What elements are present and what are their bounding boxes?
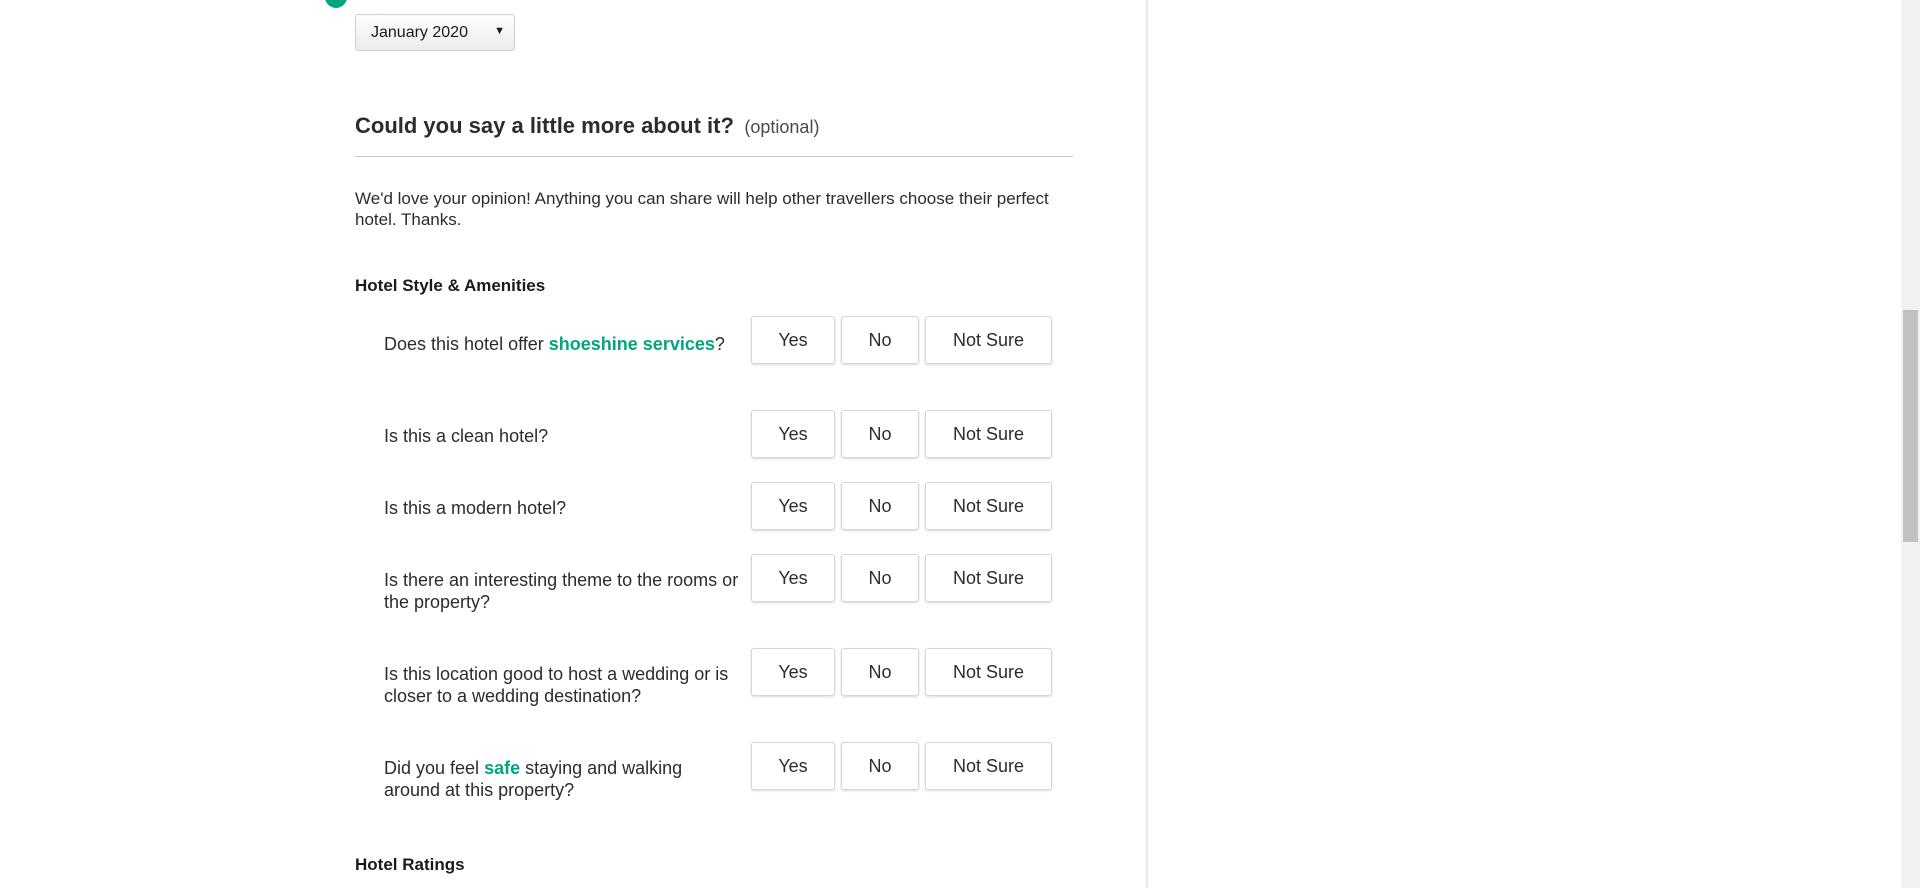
question-text: Is this a clean hotel?	[384, 425, 739, 447]
intro-text: We'd love your opinion! Anything you can…	[355, 189, 1049, 229]
not-sure-button[interactable]: Not Sure	[925, 742, 1052, 790]
section-title: Could you say a little more about it?	[355, 113, 734, 138]
chevron-down-icon: ▼	[494, 25, 505, 37]
question-text: Is there an interesting theme to the roo…	[384, 569, 739, 613]
yes-button[interactable]: Yes	[751, 648, 835, 696]
yes-button[interactable]: Yes	[751, 554, 835, 602]
no-button[interactable]: No	[841, 410, 919, 458]
section-header: Could you say a little more about it? (o…	[355, 113, 1073, 157]
question-text: Is this a modern hotel?	[384, 497, 739, 519]
no-button[interactable]: No	[841, 648, 919, 696]
question-text: Does this hotel offer shoeshine services…	[384, 333, 739, 355]
not-sure-button[interactable]: Not Sure	[925, 482, 1052, 530]
date-select-value: January 2020	[371, 24, 468, 41]
question-text-part: Does this hotel offer	[384, 334, 549, 354]
date-of-stay-select[interactable]: January 2020 ▼	[355, 14, 515, 51]
not-sure-button[interactable]: Not Sure	[925, 554, 1052, 602]
no-button[interactable]: No	[841, 742, 919, 790]
question-text-part: Is this a modern hotel?	[384, 498, 567, 518]
optional-label: (optional)	[744, 117, 820, 137]
question-text: Did you feel safe staying and walking ar…	[384, 757, 739, 801]
yes-button[interactable]: Yes	[751, 316, 835, 364]
question-text-part: Is this location good to host a wedding …	[384, 664, 729, 706]
sidebar-panel	[1146, 0, 1901, 888]
question-text-part: Is there an interesting theme to the roo…	[384, 570, 739, 612]
not-sure-button[interactable]: Not Sure	[925, 410, 1052, 458]
scrollbar-thumb[interactable]	[1903, 310, 1918, 542]
not-sure-button[interactable]: Not Sure	[925, 648, 1052, 696]
no-button[interactable]: No	[841, 554, 919, 602]
question-text-part: Is this a clean hotel?	[384, 426, 549, 446]
question-text: Is this location good to host a wedding …	[384, 663, 739, 707]
question-text-part: Did you feel	[384, 758, 485, 778]
no-button[interactable]: No	[841, 316, 919, 364]
page: January 2020 ▼ Could you say a little mo…	[0, 0, 1920, 888]
question-highlight: safe	[484, 758, 521, 778]
group-heading-style-amenities: Hotel Style & Amenities	[355, 276, 546, 295]
yes-button[interactable]: Yes	[751, 410, 835, 458]
review-form: January 2020 ▼ Could you say a little mo…	[0, 0, 1146, 888]
question-highlight: shoeshine services	[548, 334, 715, 354]
group-heading-hotel-ratings: Hotel Ratings	[355, 855, 465, 874]
no-button[interactable]: No	[841, 482, 919, 530]
step-indicator	[325, 0, 347, 8]
question-text-part: ?	[714, 334, 725, 354]
not-sure-button[interactable]: Not Sure	[925, 316, 1052, 364]
page-scrollbar[interactable]	[1901, 0, 1920, 888]
yes-button[interactable]: Yes	[751, 742, 835, 790]
yes-button[interactable]: Yes	[751, 482, 835, 530]
